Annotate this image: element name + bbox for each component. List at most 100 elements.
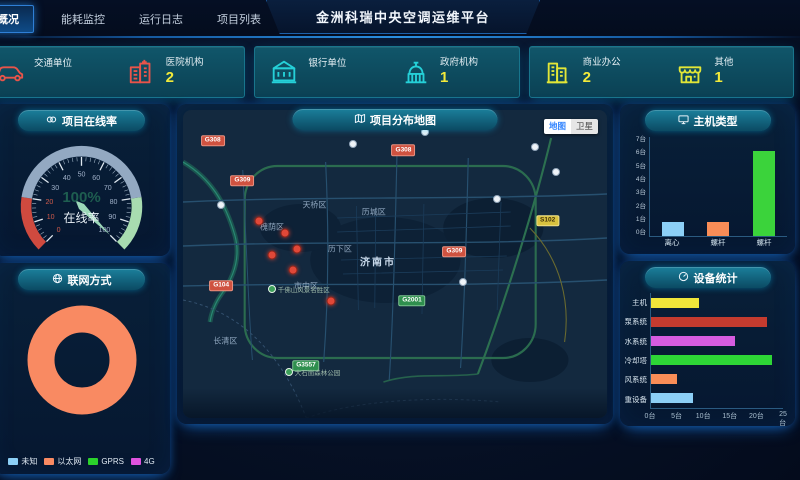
legend-label: GPRS: [101, 457, 124, 466]
city-label: 济南市: [360, 253, 396, 268]
district-label: 历城区: [362, 206, 386, 217]
bar-螺杆: [707, 222, 729, 236]
gauge-icon: [678, 271, 689, 285]
top-bar: 概况能耗监控运行日志项目列表视频监控 金洲科瑞中央空调运维平台: [0, 0, 800, 38]
bar-主机: [651, 298, 699, 308]
stat-label: 商业办公: [583, 57, 621, 69]
panel-title: 设备统计: [694, 270, 738, 286]
left-column: 项目在线率 0102030405060708090100 100% 在线率 联网…: [0, 104, 170, 474]
project-marker[interactable]: [327, 296, 336, 305]
poi-label: 大石崮森林公园: [285, 367, 341, 377]
hospital-icon: [127, 57, 157, 87]
map-layer-inactive[interactable]: 卫星: [571, 119, 598, 134]
y-axis-labels: 主机泵系统水系统冷却塔风系统重设备: [625, 293, 650, 409]
panel-map-header: 项目分布地图: [293, 109, 498, 130]
panel-online-rate-header: 项目在线率: [18, 110, 145, 131]
map-layer-active[interactable]: 地图: [544, 119, 571, 134]
network-legend: 未知 以太网 GPRS 4G: [0, 456, 170, 467]
y-axis-labels: 7台6台5台4台3台2台1台0台: [628, 137, 649, 237]
legend-swatch: [131, 458, 141, 465]
legend-item[interactable]: 4G: [131, 456, 155, 467]
legend-item[interactable]: GPRS: [88, 456, 124, 467]
stat-label: 医院机构: [166, 57, 204, 69]
office-icon: [544, 57, 574, 87]
panel-network-header: 联网方式: [18, 269, 145, 290]
monitor-icon: [678, 114, 689, 128]
district-label: 长清区: [213, 336, 237, 347]
shop-icon: [675, 57, 705, 87]
road-badge-G308: G308: [201, 135, 225, 147]
panel-title: 主机类型: [694, 113, 738, 129]
online-rate-gauge: 0102030405060708090100 100% 在线率: [0, 131, 170, 249]
project-marker[interactable]: [293, 244, 302, 253]
tab-2[interactable]: 运行日志: [137, 6, 185, 32]
network-donut-chart: [0, 290, 170, 440]
station-marker[interactable]: [349, 140, 357, 148]
legend-swatch: [8, 458, 18, 465]
stat-card-2: 商业办公2其他1: [529, 46, 794, 98]
title-plate: 金洲科瑞中央空调运维平台: [266, 0, 540, 34]
tab-3[interactable]: 项目列表: [215, 6, 263, 32]
legend-swatch: [44, 458, 54, 465]
bar-plot-area: [650, 293, 783, 409]
project-marker[interactable]: [289, 266, 298, 275]
panel-project-map: 项目分布地图: [177, 104, 613, 424]
station-marker[interactable]: [531, 143, 539, 151]
stat-item: 商业办公2: [530, 57, 662, 88]
project-marker[interactable]: [280, 229, 289, 238]
x-axis-labels: 0台5台10台15台20台25台: [650, 409, 783, 420]
stat-value: 2: [583, 69, 621, 88]
map-overlays: G308G308G309G104G309S102G2001G3557济南市槐荫区…: [183, 110, 607, 418]
legend-label: 未知: [21, 456, 37, 467]
tab-1[interactable]: 能耗监控: [59, 6, 107, 32]
stat-card-0: 交通单位 医院机构2: [0, 46, 245, 98]
bar-冷却塔: [651, 355, 772, 365]
panel-device-stats: 设备统计 主机泵系统水系统冷却塔风系统重设备0台5台10台15台20台25台: [620, 261, 795, 426]
legend-label: 4G: [144, 457, 155, 466]
station-marker[interactable]: [552, 168, 560, 176]
map-icon: [354, 113, 365, 127]
project-marker[interactable]: [268, 250, 277, 259]
stat-item: 其他1: [661, 57, 793, 88]
station-marker[interactable]: [493, 195, 501, 203]
road-badge-G309: G309: [442, 246, 466, 258]
svg-text:60: 60: [92, 175, 100, 182]
station-marker[interactable]: [217, 201, 225, 209]
stat-card-1: 银行单位政府机构1: [254, 46, 519, 98]
legend-label: 以太网: [57, 456, 81, 467]
station-marker[interactable]: [459, 278, 467, 286]
svg-text:0: 0: [57, 227, 61, 234]
stats-row: 交通单位医院机构2银行单位政府机构1商业办公2其他1: [0, 38, 800, 102]
main-grid: 项目在线率 0102030405060708090100 100% 在线率 联网…: [0, 102, 800, 474]
stat-value: [308, 70, 346, 86]
government-icon: [401, 57, 431, 87]
panel-device-stats-header: 设备统计: [645, 267, 771, 288]
road-badge-G2001: G2001: [398, 295, 426, 307]
legend-item[interactable]: 以太网: [44, 456, 81, 467]
page-title: 金洲科瑞中央空调运维平台: [316, 7, 490, 26]
bar-水系统: [651, 336, 735, 346]
stat-label: 交通单位: [34, 58, 72, 70]
stat-item: 医院机构2: [113, 57, 245, 88]
panel-host-type: 主机类型 7台6台5台4台3台2台1台0台离心螺杆螺杆: [620, 104, 795, 254]
road-badge-G104: G104: [209, 280, 233, 292]
gauge-sub-label: 在线率: [0, 209, 170, 226]
x-axis-labels: 离心螺杆螺杆: [649, 237, 787, 248]
stat-label: 政府机构: [440, 57, 478, 69]
tab-0[interactable]: 概况: [0, 5, 34, 33]
legend-item[interactable]: 未知: [8, 456, 37, 467]
park-icon: [285, 368, 293, 376]
panel-title: 项目在线率: [62, 113, 117, 129]
map-canvas[interactable]: G308G308G309G104G309S102G2001G3557济南市槐荫区…: [183, 110, 607, 418]
bar-plot-area: [649, 137, 787, 237]
project-marker[interactable]: [255, 216, 264, 225]
device-stats-chart: 主机泵系统水系统冷却塔风系统重设备0台5台10台15台20台25台: [625, 293, 783, 420]
panel-online-rate: 项目在线率 0102030405060708090100 100% 在线率: [0, 104, 170, 256]
stat-item: 银行单位: [255, 57, 387, 87]
right-column: 主机类型 7台6台5台4台3台2台1台0台离心螺杆螺杆 设备统计 主机泵系统水系…: [620, 104, 795, 474]
road-badge-S102: S102: [536, 215, 559, 227]
bar-离心: [662, 222, 684, 236]
district-label: 天桥区: [302, 200, 326, 211]
road-badge-G308: G308: [392, 144, 416, 156]
stat-label: 银行单位: [308, 58, 346, 70]
